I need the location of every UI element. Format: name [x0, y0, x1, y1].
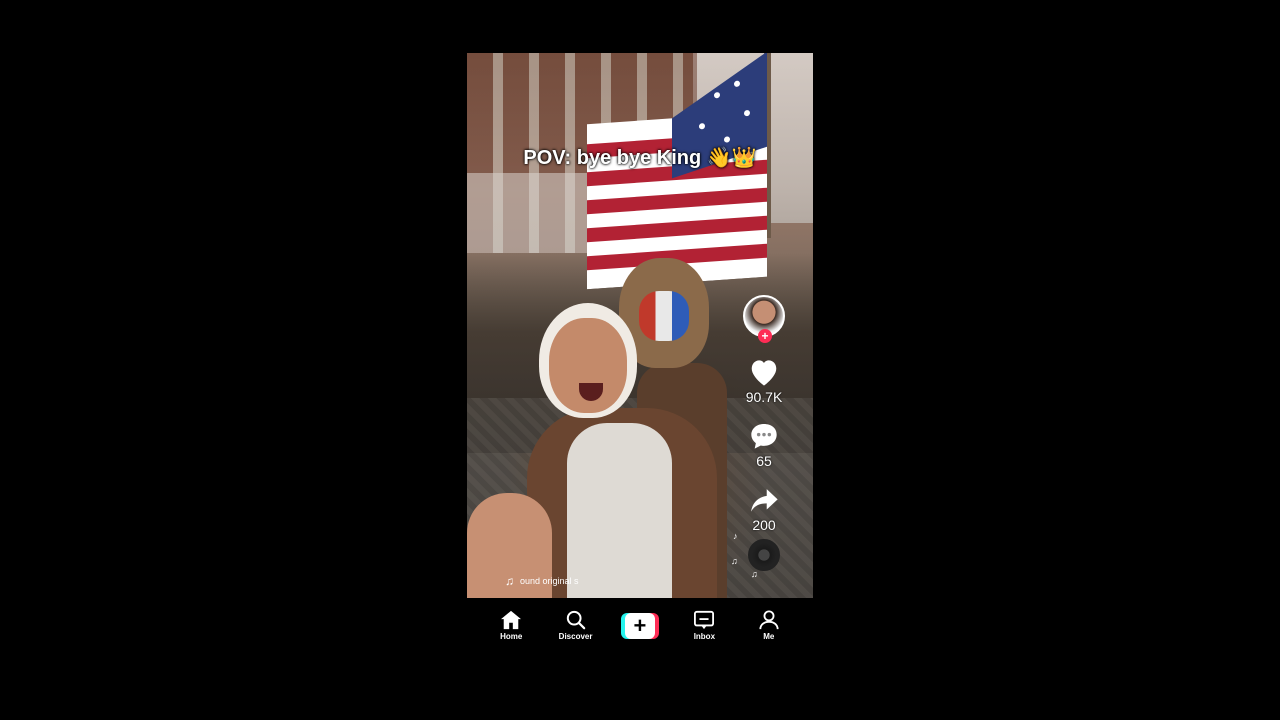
create-icon[interactable]: +	[620, 612, 659, 639]
music-note-icon: ♫	[751, 569, 758, 579]
comment-count: 65	[756, 453, 772, 469]
sound-disc-icon[interactable]	[748, 539, 780, 571]
tab-label-discover: Discover	[558, 632, 593, 641]
video-player[interactable]: POV: bye bye King 👋👑 + 90.7K 65 200 ♪ ♫ …	[467, 53, 813, 598]
phone-screen: POV: bye bye King 👋👑 + 90.7K 65 200 ♪ ♫ …	[467, 53, 813, 653]
inbox-icon	[694, 610, 715, 630]
follow-button[interactable]: +	[758, 329, 772, 343]
share-arrow-icon[interactable]	[747, 485, 781, 515]
tab-label-inbox: Inbox	[693, 632, 716, 641]
creator-avatar[interactable]: +	[743, 295, 785, 343]
man-painted-face	[639, 291, 689, 341]
video-building-base	[467, 173, 597, 253]
share-action[interactable]: 200	[747, 485, 781, 533]
share-count: 200	[752, 517, 776, 533]
sound-ticker[interactable]: ♫ ound original s	[505, 574, 579, 588]
tab-home[interactable]: Home	[483, 610, 539, 641]
tab-create[interactable]: +	[612, 612, 668, 639]
action-rail: + 90.7K 65 200	[737, 295, 791, 571]
profile-icon	[759, 610, 779, 630]
woman-apron	[567, 423, 672, 598]
video-caption: POV: bye bye King 👋👑	[523, 147, 757, 169]
american-flag	[587, 53, 767, 290]
sound-name: ound original s	[520, 576, 579, 586]
home-icon	[501, 610, 522, 630]
tab-inbox[interactable]: Inbox	[676, 610, 732, 641]
tab-label-home: Home	[500, 632, 523, 641]
like-action[interactable]: 90.7K	[745, 357, 783, 405]
comment-action[interactable]: 65	[748, 421, 780, 469]
heart-icon[interactable]	[747, 357, 781, 387]
search-icon	[566, 610, 585, 630]
tab-label-me: Me	[763, 632, 775, 641]
music-note-icon: ♫	[505, 574, 514, 588]
like-count: 90.7K	[745, 389, 783, 405]
plus-icon: +	[624, 612, 655, 639]
comment-icon[interactable]	[748, 421, 780, 451]
music-note-icon: ♫	[731, 556, 738, 566]
tab-discover[interactable]: Discover	[548, 610, 604, 641]
tab-me[interactable]: Me	[741, 610, 797, 641]
music-note-icon: ♪	[733, 531, 738, 541]
bottom-tab-bar: Home Discover + Inbox Me	[467, 598, 813, 653]
